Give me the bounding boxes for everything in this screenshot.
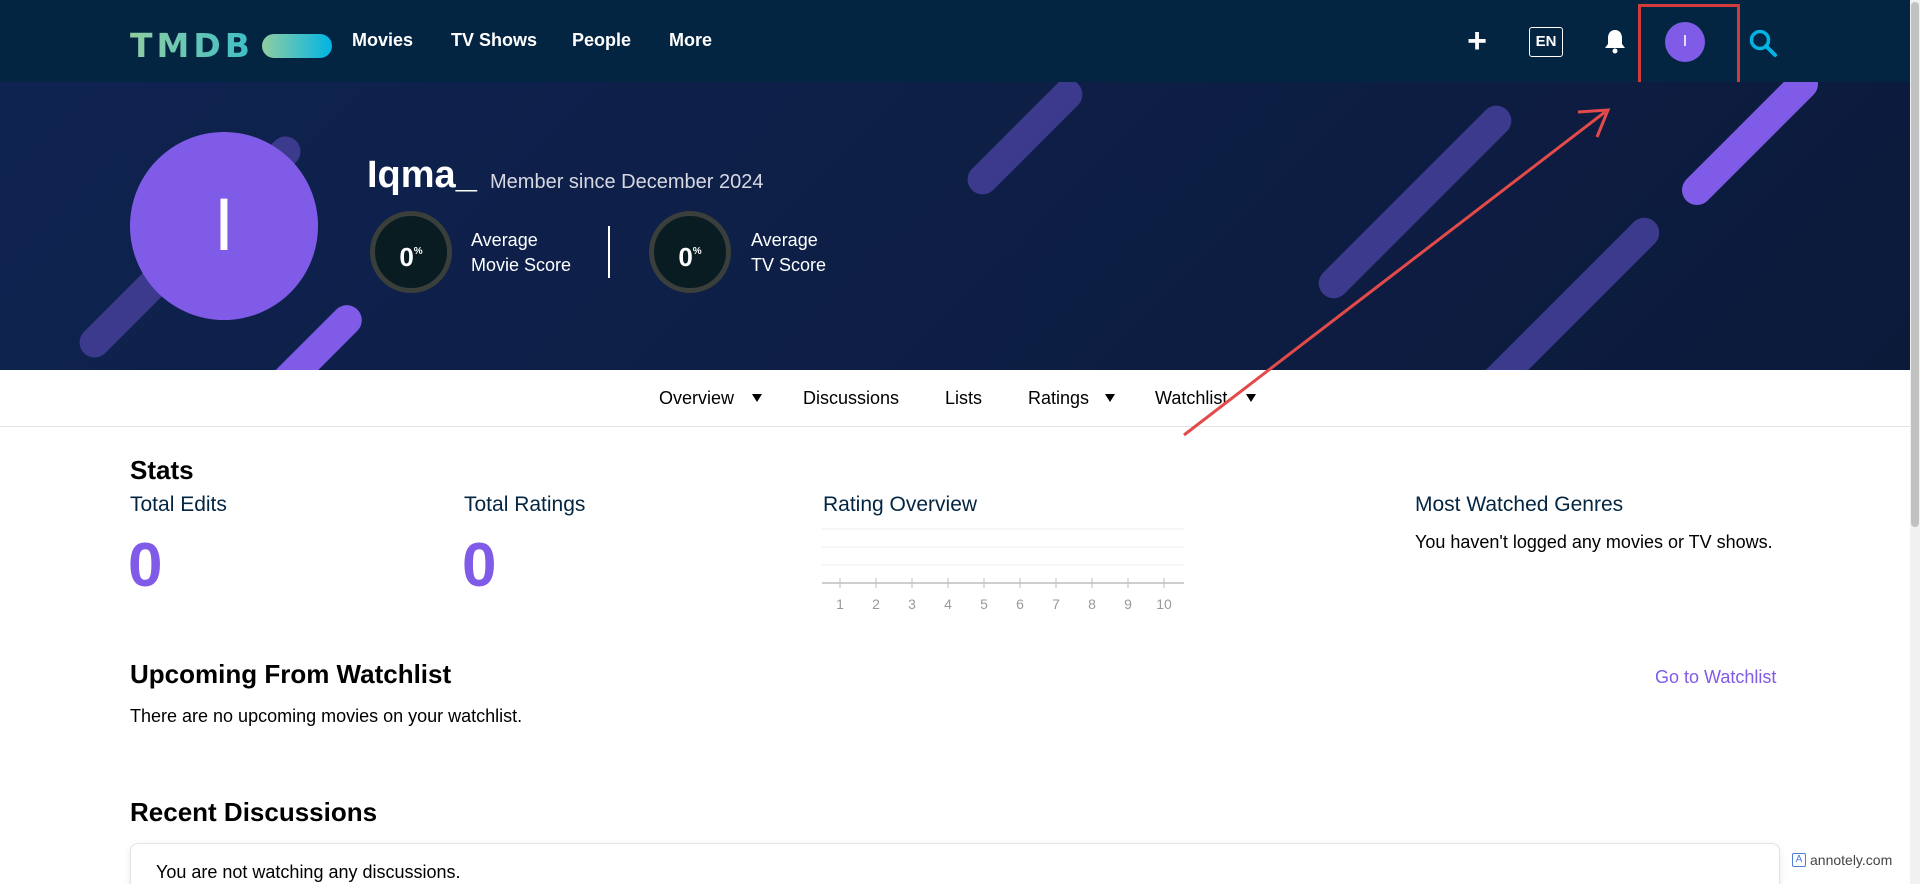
upcoming-empty-message: There are no upcoming movies on your wat… xyxy=(130,706,523,726)
decor-stripe xyxy=(1312,99,1518,305)
tab-ratings[interactable]: Ratings xyxy=(1028,388,1089,409)
annotely-watermark: A annotely.com xyxy=(1792,852,1892,868)
most-watched-genres-label: Most Watched Genres xyxy=(1415,493,1624,516)
score-divider xyxy=(608,226,610,278)
total-ratings-label: Total Ratings xyxy=(464,493,586,516)
tick-label: 2 xyxy=(872,596,880,612)
member-since: Member since December 2024 xyxy=(490,171,764,193)
movie-score-label: Average Movie Score xyxy=(471,230,572,275)
watermark-text: annotely.com xyxy=(1810,852,1893,868)
tmdb-logo[interactable]: TMDB xyxy=(130,26,332,65)
tick-label: 6 xyxy=(1016,596,1024,612)
tick-label: 7 xyxy=(1052,596,1060,612)
logo-text: TMDB xyxy=(130,26,254,65)
recent-discussions-heading: Recent Discussions xyxy=(130,797,378,827)
rating-overview-label: Rating Overview xyxy=(823,493,978,516)
search-icon[interactable] xyxy=(1748,28,1778,58)
tab-overview[interactable]: Overview xyxy=(659,388,734,409)
plus-icon[interactable]: + xyxy=(1464,24,1490,58)
movie-score-ring: 0% xyxy=(370,211,452,293)
profile-tabs: Overview Discussions Lists Ratings Watch… xyxy=(0,370,1910,427)
decor-stripe xyxy=(1675,82,1825,212)
total-edits-label: Total Edits xyxy=(130,493,227,516)
tv-score-ring: 0% xyxy=(649,211,731,293)
scrollbar-thumb[interactable] xyxy=(1911,2,1919,527)
stats-heading: Stats xyxy=(130,455,194,485)
tick-label: 8 xyxy=(1088,596,1096,612)
tick-label: 3 xyxy=(908,596,916,612)
rating-overview-chart: 1 2 3 4 5 6 7 8 9 10 xyxy=(822,528,1184,612)
language-button[interactable]: EN xyxy=(1529,27,1563,57)
tick-label: 9 xyxy=(1124,596,1132,612)
go-to-watchlist-link[interactable]: Go to Watchlist xyxy=(1655,667,1776,688)
genres-empty-message: You haven't logged any movies or TV show… xyxy=(1415,532,1773,552)
nav-more[interactable]: More xyxy=(669,30,712,51)
nav-movies[interactable]: Movies xyxy=(352,30,413,51)
overview-caret-icon[interactable] xyxy=(752,394,762,402)
nav-tv-shows[interactable]: TV Shows xyxy=(451,30,537,51)
tick-label: 10 xyxy=(1156,596,1172,612)
annotation-highlight-box xyxy=(1638,4,1740,89)
bell-icon[interactable] xyxy=(1604,28,1626,54)
logo-pill xyxy=(261,33,332,58)
tick-label: 1 xyxy=(836,596,844,612)
nav-people[interactable]: People xyxy=(572,30,631,51)
discussions-empty-message: You are not watching any discussions. xyxy=(156,862,461,882)
tab-discussions[interactable]: Discussions xyxy=(803,388,899,409)
decor-stripe xyxy=(961,82,1089,201)
username: Iqma_ xyxy=(367,154,477,196)
ratings-caret-icon[interactable] xyxy=(1105,394,1115,402)
discussions-card: You are not watching any discussions. xyxy=(130,843,1780,884)
annotely-logo-icon: A xyxy=(1792,853,1806,867)
total-edits-value: 0 xyxy=(128,531,163,600)
total-ratings-value: 0 xyxy=(462,531,497,600)
decor-stripe xyxy=(261,298,369,370)
tab-watchlist[interactable]: Watchlist xyxy=(1155,388,1227,409)
tab-lists[interactable]: Lists xyxy=(945,388,982,409)
page: TMDB Movies TV Shows People More + EN I … xyxy=(0,0,1920,884)
watchlist-caret-icon[interactable] xyxy=(1246,394,1256,402)
top-nav: TMDB Movies TV Shows People More + EN I xyxy=(0,0,1920,82)
tv-score-label: Average TV Score xyxy=(751,230,827,275)
decor-stripe xyxy=(1474,211,1666,370)
tick-label: 5 xyxy=(980,596,988,612)
upcoming-heading: Upcoming From Watchlist xyxy=(130,659,452,689)
tick-label: 4 xyxy=(944,596,952,612)
profile-avatar[interactable]: I xyxy=(130,132,318,320)
